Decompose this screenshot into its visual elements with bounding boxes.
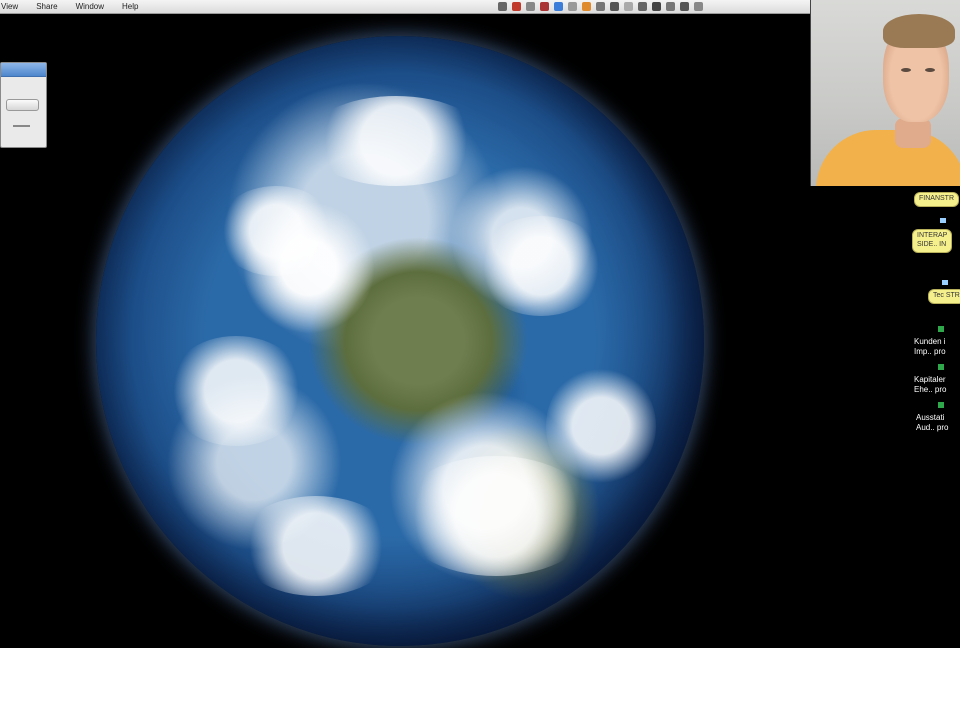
mindmap-item-text: Aud.. pro [916, 423, 949, 432]
person-shirt [816, 130, 960, 186]
person-hair [883, 14, 955, 48]
menu-view[interactable]: View [0, 0, 27, 14]
app-icon-2[interactable] [512, 2, 521, 11]
menu-tray [498, 2, 703, 11]
mindmap-item-text: Ausstati [916, 413, 945, 422]
mindmap-item-text: Imp.. pro [914, 347, 946, 356]
mindmap-item[interactable]: Ausstati Aud.. pro [916, 413, 948, 433]
app-icon-11[interactable] [638, 2, 647, 11]
small-window-button[interactable] [6, 99, 39, 111]
app-icon-3[interactable] [526, 2, 535, 11]
mindmap-item-text: Kapitaler [914, 375, 946, 384]
cloud-swirl [216, 186, 336, 276]
app-icon-15[interactable] [694, 2, 703, 11]
cloud-swirl [166, 336, 306, 446]
earth-image [96, 36, 704, 646]
bottom-blank-area [0, 648, 960, 720]
app-icon-5[interactable] [554, 2, 563, 11]
mindmap-node-interap[interactable]: INTERAP SIDE.. IN [912, 229, 953, 253]
cloud-swirl [476, 216, 606, 316]
menu-window[interactable]: Window [67, 0, 113, 14]
task-square-icon [938, 402, 944, 408]
cloud-swirl [546, 366, 656, 486]
menu-help[interactable]: Help [113, 0, 147, 14]
app-icon-14[interactable] [680, 2, 689, 11]
app-icon-8[interactable] [596, 2, 605, 11]
app-icon-6[interactable] [568, 2, 577, 11]
cloud-swirl [396, 456, 596, 576]
task-square-icon [938, 326, 944, 332]
app-icon-9[interactable] [610, 2, 619, 11]
connector-icon [940, 218, 946, 223]
mindmap-node-finanstr[interactable]: FINANSTR [914, 192, 959, 207]
person-eye [925, 68, 935, 72]
app-icon-7[interactable] [582, 2, 591, 11]
mindmap-node-label: INTERAP [917, 232, 948, 239]
mindmap-item[interactable]: Kapitaler Ehe.. pro [914, 375, 946, 395]
app-icon-1[interactable] [498, 2, 507, 11]
mindmap-node-label: FINANSTR [919, 195, 954, 202]
app-icon-10[interactable] [624, 2, 633, 11]
task-square-icon [938, 364, 944, 370]
app-icon-4[interactable] [540, 2, 549, 11]
person-eye [901, 68, 911, 72]
mindmap-node-label: Tec STR [933, 292, 960, 299]
menu-share[interactable]: Share [27, 0, 66, 14]
mindmap-node-label: SIDE.. IN [917, 240, 947, 248]
small-window-titlebar[interactable] [1, 63, 46, 77]
cloud-swirl [306, 96, 486, 186]
mindmap-node-tecstr[interactable]: Tec STR [928, 289, 960, 304]
mindmap-item-text: Kunden i [914, 337, 946, 346]
cloud-swirl [236, 496, 396, 596]
webcam-overlay [810, 0, 960, 186]
person-neck [895, 118, 931, 148]
app-icon-13[interactable] [666, 2, 675, 11]
connector-icon [942, 280, 948, 285]
small-window-label [13, 125, 30, 127]
small-app-window[interactable] [0, 62, 47, 148]
mindmap-item[interactable]: Kunden i Imp.. pro [914, 337, 946, 357]
mindmap-item-text: Ehe.. pro [914, 385, 947, 394]
app-icon-12[interactable] [652, 2, 661, 11]
